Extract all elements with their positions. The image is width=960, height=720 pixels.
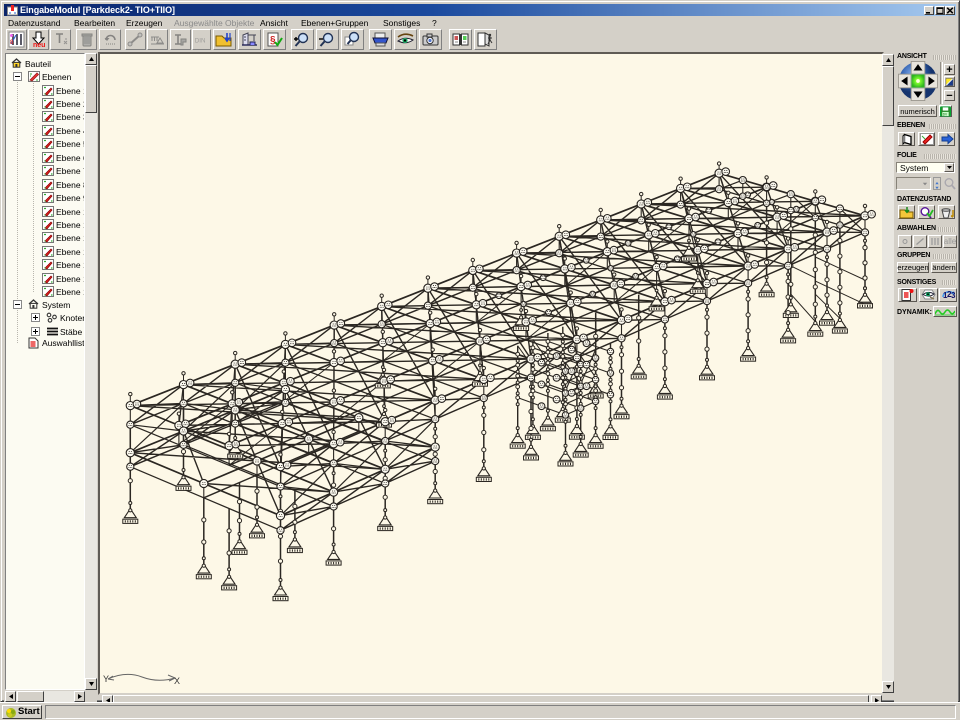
svg-text:3: 3 (951, 291, 956, 300)
svg-text:§: § (270, 35, 276, 46)
svg-text:DIN: DIN (195, 38, 206, 45)
svg-text:X: X (174, 676, 180, 686)
svg-text:Y: Y (103, 674, 109, 684)
svg-text:neu: neu (33, 42, 45, 48)
